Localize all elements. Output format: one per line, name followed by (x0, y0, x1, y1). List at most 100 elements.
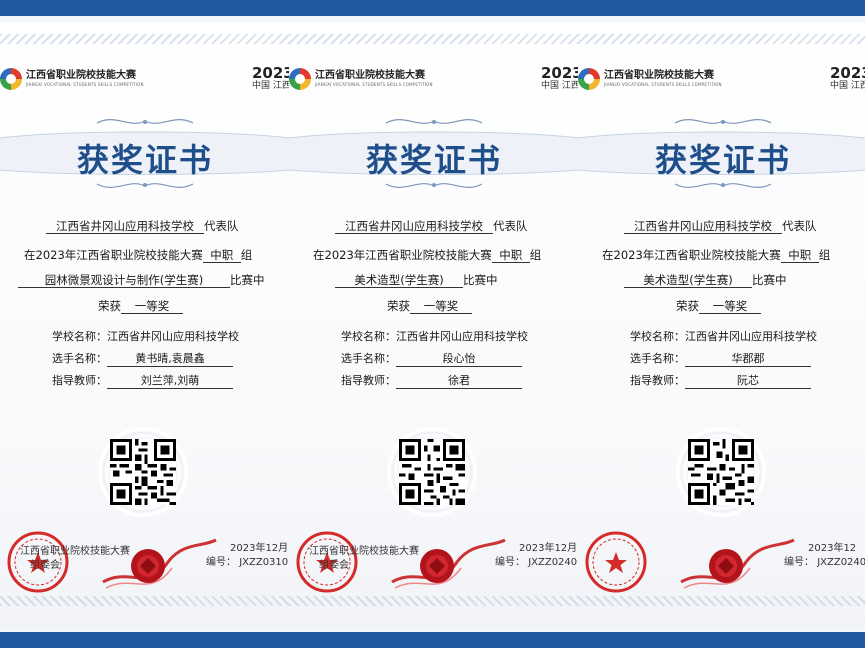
year-badge: 2023 中国 江西 (252, 66, 290, 91)
issue-date: 2023年12 (808, 543, 857, 554)
cert-no-label: 编号： (784, 557, 814, 568)
competition-name: 2023年江西省职业院校技能大赛 (324, 248, 492, 262)
flourish-ornament-icon (95, 178, 195, 192)
teacher-label: 指导教师： (52, 374, 107, 387)
certificate-meta: 2023年12 编号： JXZZ0240 (784, 542, 865, 570)
school-label: 学校名称： (630, 330, 685, 343)
competition-name: 2023年江西省职业院校技能大赛 (613, 248, 781, 262)
flourish-ornament-icon (384, 178, 484, 192)
flourish-ornament-icon (384, 115, 484, 129)
red-seal-stamp (584, 530, 648, 594)
brand-name: 江西省职业院校技能大赛 (26, 70, 136, 81)
flourish-ornament-icon (673, 115, 773, 129)
brand-name: 江西省职业院校技能大赛 (315, 70, 425, 81)
brand-name-en: JIANGXI VOCATIONAL STUDENTS SKILLS COMPE… (315, 82, 433, 87)
cert-no-value: JXZZ0240 (817, 557, 865, 568)
wax-seal-ribbon-icon (98, 522, 218, 600)
school-value: 江西省井冈山应用科技学校 (396, 330, 528, 343)
event-suffix: 比赛中 (463, 273, 498, 287)
award-level: 一等奖 (699, 299, 761, 314)
year-number: 2023 (830, 64, 865, 82)
in-prefix: 在 (602, 248, 614, 262)
in-prefix: 在 (24, 248, 36, 262)
team-suffix: 代表队 (493, 219, 528, 233)
teacher-value: 阮芯 (685, 374, 811, 389)
school-label: 学校名称： (341, 330, 396, 343)
qr-code-icon[interactable] (399, 439, 465, 505)
qr-code-icon[interactable] (110, 439, 176, 505)
winner-info: 学校名称：江西省井冈山应用科技学校 选手名称： 段心怡 指导教师： 徐君 (341, 330, 528, 396)
page-top-band (0, 0, 865, 22)
certificate-2: 江西省职业院校技能大赛 JIANGXI VOCATIONAL STUDENTS … (289, 22, 579, 627)
certificate-title: 获奖证书 (365, 141, 502, 179)
winner-info: 学校名称：江西省井冈山应用科技学校 选手名称： 黄书晴,袁晨鑫 指导教师： 刘兰萍,… (52, 330, 239, 396)
flourish-ornament-icon (673, 178, 773, 192)
team-suffix: 代表队 (782, 219, 817, 233)
wax-seal-ribbon-icon (387, 522, 507, 600)
guilloche-border-top (578, 34, 865, 44)
teacher-label: 指导教师： (630, 374, 685, 387)
group-level: 中职 (491, 248, 530, 263)
certificate-meta: 2023年12月 编号： JXZZ0310 (206, 542, 289, 570)
year-number: 2023 (541, 64, 579, 82)
guilloche-border-bottom (289, 596, 579, 606)
group-level: 中职 (780, 248, 819, 263)
competition-logo-icon (0, 68, 22, 90)
wax-seal-ribbon-icon (676, 522, 796, 600)
issue-date: 2023年12月 (230, 543, 289, 554)
certificate-meta: 2023年12月 编号： JXZZ0240 (495, 542, 578, 570)
certificate-title: 获奖证书 (654, 141, 791, 179)
group-level: 中职 (202, 248, 241, 263)
qr-frame (98, 427, 188, 517)
competition-logo-icon (289, 68, 311, 90)
cert-no-value: JXZZ0310 (239, 557, 289, 568)
player-value: 段心怡 (396, 352, 522, 367)
year-location: 中国 江西 (830, 81, 865, 91)
in-prefix: 在 (313, 248, 325, 262)
group-suffix: 组 (529, 248, 542, 262)
issue-date: 2023年12月 (519, 543, 578, 554)
winner-info: 学校名称：江西省井冈山应用科技学校 选手名称： 华郡郡 指导教师： 阮芯 (630, 330, 817, 396)
cert-no-label: 编号： (495, 557, 525, 568)
player-label: 选手名称： (630, 352, 685, 365)
team-suffix: 代表队 (204, 219, 239, 233)
team-school: 江西省井冈山应用科技学校 (624, 219, 782, 234)
player-value: 华郡郡 (685, 352, 811, 367)
event-name: 美术造型(学生赛) (624, 273, 752, 288)
certificate-1: 江西省职业院校技能大赛 JIANGXI VOCATIONAL STUDENTS … (0, 22, 290, 627)
player-label: 选手名称： (52, 352, 107, 365)
player-label: 选手名称： (341, 352, 396, 365)
team-school: 江西省井冈山应用科技学校 (335, 219, 493, 234)
event-name: 园林微景观设计与制作(学生赛) (18, 273, 230, 288)
guilloche-border-top (0, 34, 290, 44)
event-suffix: 比赛中 (752, 273, 787, 287)
event-suffix: 比赛中 (230, 273, 265, 287)
teacher-value: 刘兰萍,刘萌 (107, 374, 233, 389)
flourish-ornament-icon (95, 115, 195, 129)
player-value: 黄书晴,袁晨鑫 (107, 352, 233, 367)
school-label: 学校名称： (52, 330, 107, 343)
award-level: 一等奖 (410, 299, 472, 314)
page-bottom-band (0, 627, 865, 648)
qr-code-icon[interactable] (688, 439, 754, 505)
school-value: 江西省井冈山应用科技学校 (685, 330, 817, 343)
group-suffix: 组 (818, 248, 831, 262)
cert-no-value: JXZZ0240 (528, 557, 578, 568)
competition-name: 2023年江西省职业院校技能大赛 (35, 248, 203, 262)
team-school: 江西省井冈山应用科技学校 (46, 219, 204, 234)
guilloche-border-bottom (578, 596, 865, 606)
qr-frame (387, 427, 477, 517)
certificate-title: 获奖证书 (76, 141, 213, 179)
event-name: 美术造型(学生赛) (335, 273, 463, 288)
teacher-label: 指导教师： (341, 374, 396, 387)
teacher-value: 徐君 (396, 374, 522, 389)
brand-name-en: JIANGXI VOCATIONAL STUDENTS SKILLS COMPE… (26, 82, 144, 87)
school-value: 江西省井冈山应用科技学校 (107, 330, 239, 343)
year-badge: 2023 中国 江西 (830, 66, 865, 91)
cert-no-label: 编号： (206, 557, 236, 568)
award-prefix: 荣获 (387, 299, 410, 313)
guilloche-border-top (289, 34, 579, 44)
event-brand: 江西省职业院校技能大赛 JIANGXI VOCATIONAL STUDENTS … (578, 67, 722, 91)
group-suffix: 组 (240, 248, 253, 262)
guilloche-border-bottom (0, 596, 290, 606)
